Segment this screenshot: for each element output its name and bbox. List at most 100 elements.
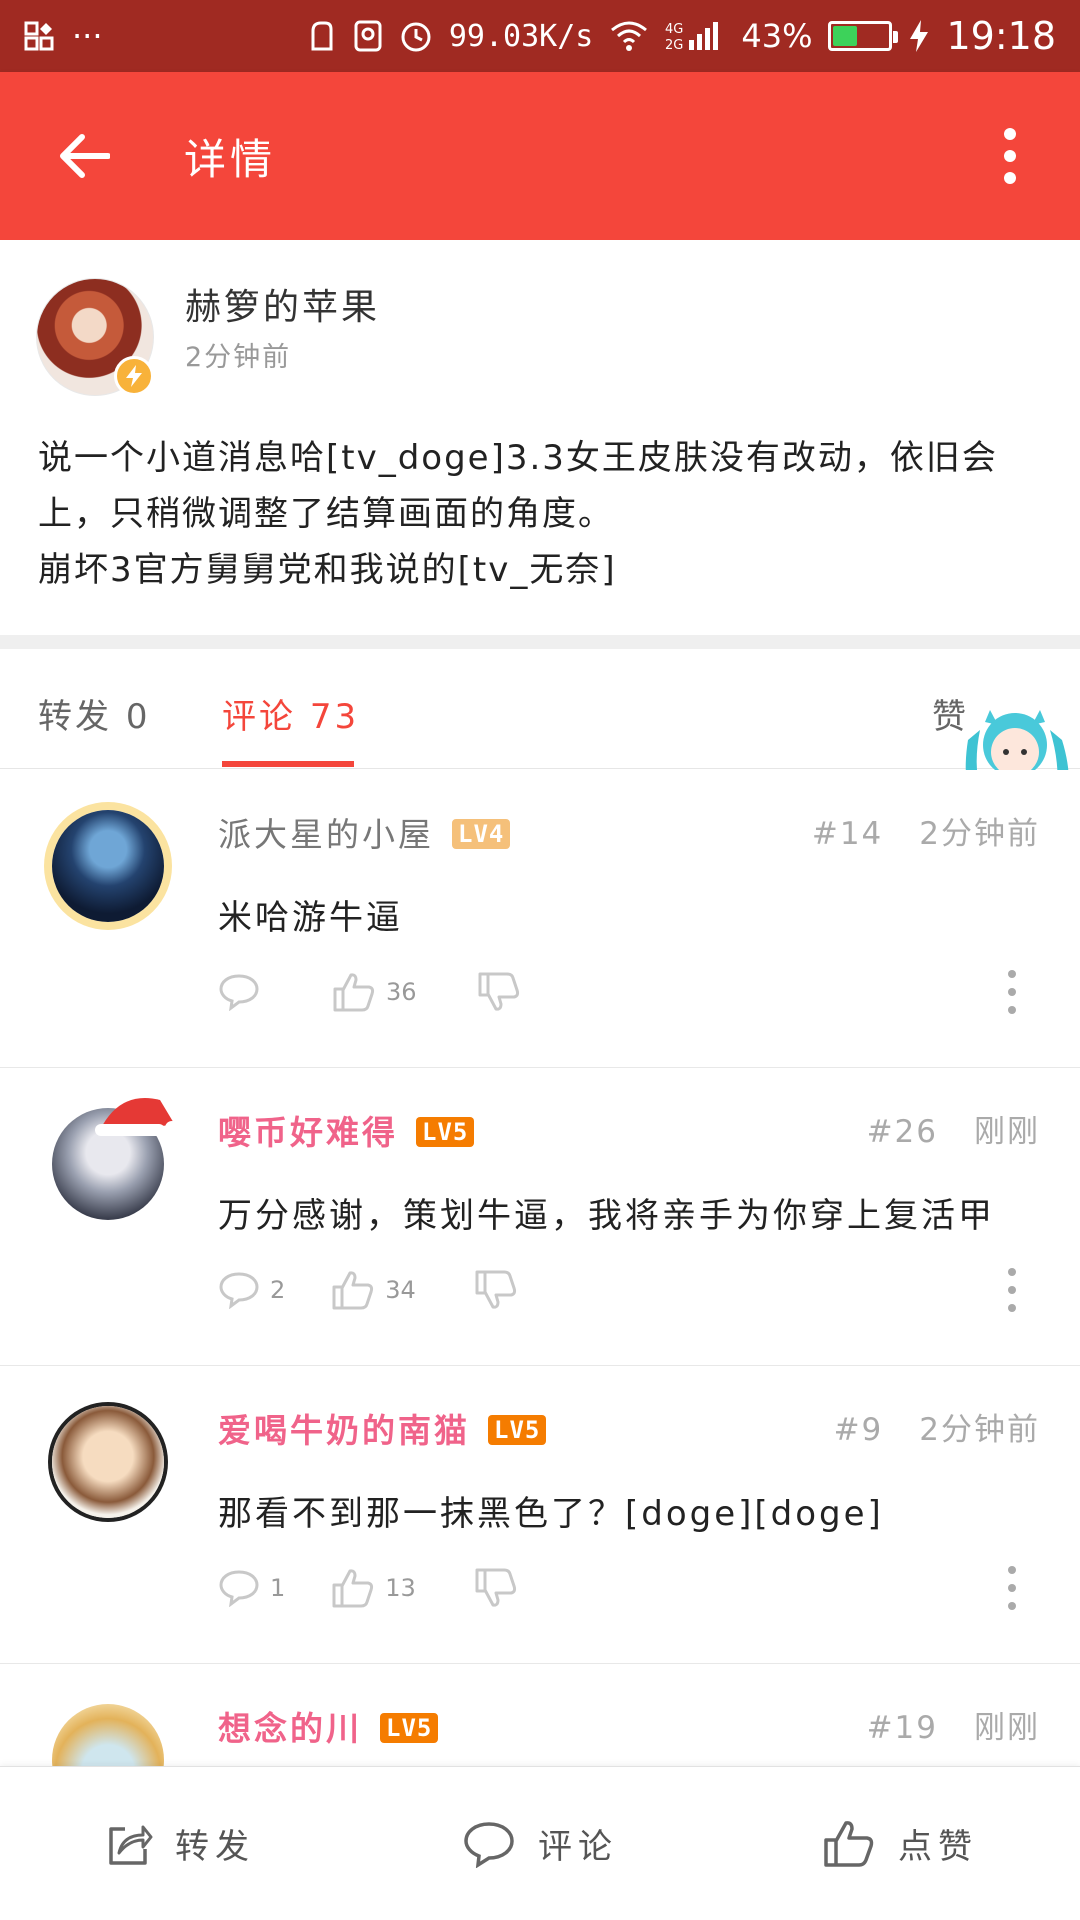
more-vertical-icon xyxy=(1004,128,1016,140)
more-options-button[interactable] xyxy=(980,106,1040,206)
comment-meta: #19 刚刚 xyxy=(867,1702,1040,1747)
app-bar: 详情 xyxy=(0,72,1080,240)
bottom-action-bar: 转发 评论 点赞 xyxy=(0,1766,1080,1920)
comment-item: 嘤币好难得 LV5 #26 刚刚 万分感谢，策划牛逼，我将亲手为你穿上复活甲 2 3… xyxy=(0,1068,1080,1366)
share-icon xyxy=(109,1825,153,1865)
signal-icon: 4G 2G xyxy=(665,20,725,52)
comment-item: 派大星的小屋 LV4 #14 2分钟前 米哈游牛逼 36 xyxy=(0,770,1080,1068)
tab-comment[interactable]: 评论 73 xyxy=(222,689,359,738)
repost-count: 0 xyxy=(125,697,151,737)
comment-more-button[interactable] xyxy=(1002,1566,1022,1610)
alarm-icon xyxy=(399,19,433,53)
status-bar: ··· 99.03K/s 4G 2G 43% 19:18 xyxy=(0,0,1080,72)
thumb-down-icon xyxy=(478,972,519,1011)
comment-meta: #9 2分钟前 xyxy=(834,1404,1040,1449)
comment-time: 2分钟前 xyxy=(919,816,1040,852)
comment-count: 73 xyxy=(309,697,360,737)
comment-button[interactable]: 评论 xyxy=(360,1767,720,1920)
status-overflow: ··· xyxy=(72,17,103,55)
commenter-avatar[interactable] xyxy=(52,1704,164,1766)
like-button[interactable]: 34 xyxy=(331,1269,416,1311)
level-badge: LV5 xyxy=(416,1117,475,1147)
thumb-down-icon xyxy=(475,1568,516,1607)
battery-icon xyxy=(828,21,899,51)
thumb-up-icon xyxy=(333,973,375,1012)
tab-bar: 转发 0 评论 73 赞 xyxy=(0,649,1080,769)
svg-text:4G: 4G xyxy=(665,22,683,37)
comment-list: 派大星的小屋 LV4 #14 2分钟前 米哈游牛逼 36 嘤币好难得 LV5 #… xyxy=(0,770,1080,1766)
commenter-name[interactable]: 嘤币好难得 LV5 xyxy=(218,1106,475,1154)
location-icon xyxy=(353,19,383,53)
svg-text:2G: 2G xyxy=(665,38,683,52)
comment-bubble-icon xyxy=(219,1570,259,1607)
comment-time: 刚刚 xyxy=(974,1114,1040,1150)
commenter-name[interactable]: 想念的川 LV5 xyxy=(218,1702,439,1750)
clock: 19:18 xyxy=(946,14,1056,58)
reply-button[interactable] xyxy=(218,973,270,1011)
dislike-button[interactable] xyxy=(474,1567,518,1609)
page: ··· 99.03K/s 4G 2G 43% 19:18 详情 赫箩的苹果 2分… xyxy=(0,0,1080,1920)
thumb-down-icon xyxy=(475,1270,516,1309)
floor-number: #9 xyxy=(833,1412,884,1448)
comment-more-button[interactable] xyxy=(1002,970,1022,1014)
like-button[interactable]: 36 xyxy=(332,971,417,1013)
level-badge: LV5 xyxy=(488,1415,547,1445)
thumb-up-icon xyxy=(332,1271,374,1310)
network-speed: 99.03K/s xyxy=(448,18,594,54)
comment-time: 刚刚 xyxy=(974,1710,1040,1746)
reply-button[interactable]: 1 xyxy=(218,1569,285,1607)
comment-meta: #26 刚刚 xyxy=(867,1106,1040,1151)
notification-icon xyxy=(307,19,337,53)
comment-bubble-icon xyxy=(219,974,259,1011)
comment-actions: 1 13 xyxy=(218,1558,564,1618)
commenter-avatar[interactable] xyxy=(52,1406,164,1518)
like-bottom-button[interactable]: 点赞 xyxy=(720,1767,1080,1920)
author-name[interactable]: 赫箩的苹果 xyxy=(185,278,380,330)
like-button[interactable]: 13 xyxy=(331,1567,416,1609)
charging-icon xyxy=(908,19,930,53)
comment-actions: 2 34 xyxy=(218,1260,564,1320)
more-vertical-icon xyxy=(1008,1566,1016,1574)
more-vertical-icon xyxy=(1008,1268,1016,1276)
arrow-left-icon xyxy=(60,134,110,178)
back-button[interactable] xyxy=(34,106,134,206)
reply-button[interactable]: 2 xyxy=(218,1271,285,1309)
dislike-button[interactable] xyxy=(474,1269,518,1311)
comment-text: 那看不到那一抹黑色了？[doge][doge] xyxy=(218,1494,884,1534)
post-time: 2分钟前 xyxy=(185,342,292,373)
santa-hat-icon xyxy=(95,1098,179,1136)
comment-actions: 36 xyxy=(218,962,567,1022)
dislike-button[interactable] xyxy=(477,971,521,1013)
comment-meta: #14 2分钟前 xyxy=(812,808,1040,853)
tab-repost[interactable]: 转发 0 xyxy=(38,689,150,738)
repost-button[interactable]: 转发 xyxy=(0,1767,360,1920)
floor-number: #19 xyxy=(866,1710,938,1746)
wifi-icon xyxy=(609,20,649,52)
comment-item: 想念的川 LV5 #19 刚刚 xyxy=(0,1664,1080,1766)
thumb-up-icon xyxy=(824,1820,874,1867)
comment-more-button[interactable] xyxy=(1002,1268,1022,1312)
thumb-up-icon xyxy=(332,1569,374,1608)
section-divider xyxy=(0,635,1080,649)
commenter-name[interactable]: 爱喝牛奶的南猫 LV5 xyxy=(218,1404,547,1452)
comment-bubble-icon xyxy=(464,1821,514,1868)
commenter-name[interactable]: 派大星的小屋 LV4 xyxy=(218,808,511,856)
floor-number: #14 xyxy=(811,816,884,852)
comment-time: 2分钟前 xyxy=(919,1412,1040,1448)
post-card: 赫箩的苹果 2分钟前 说一个小道消息哈[tv_doge]3.3女王皮肤没有改动，… xyxy=(0,240,1080,635)
level-badge: LV4 xyxy=(452,819,511,849)
comment-text: 米哈游牛逼 xyxy=(218,898,403,938)
more-vertical-icon xyxy=(1008,970,1016,978)
comment-text: 万分感谢，策划牛逼，我将亲手为你穿上复活甲 xyxy=(218,1196,995,1236)
level-badge: LV5 xyxy=(380,1713,439,1743)
post-text: 说一个小道消息哈[tv_doge]3.3女王皮肤没有改动，依旧会 上，只稍微调整… xyxy=(38,438,998,590)
commenter-avatar[interactable] xyxy=(52,810,164,922)
floor-number: #26 xyxy=(866,1114,938,1150)
lightning-badge-icon xyxy=(114,356,154,396)
tab-indicator xyxy=(222,761,354,767)
comment-bubble-icon xyxy=(219,1272,259,1309)
comment-item: 爱喝牛奶的南猫 LV5 #9 2分钟前 那看不到那一抹黑色了？[doge][doge… xyxy=(0,1366,1080,1664)
page-title: 详情 xyxy=(184,134,277,184)
grid-app-icon xyxy=(24,21,54,51)
battery-percent: 43% xyxy=(741,17,813,55)
